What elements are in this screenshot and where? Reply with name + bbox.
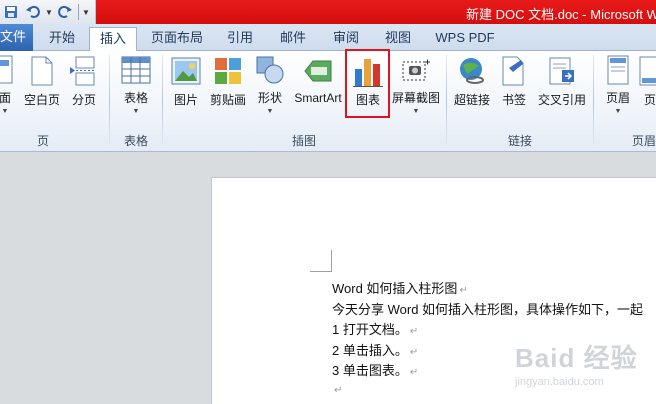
cross-reference-button[interactable]: 交叉引用 [536,55,588,115]
group-separator [109,55,110,147]
header-button[interactable]: 页眉 ▼ [600,55,636,115]
group-label-illustrations: 插图 [291,134,316,148]
title-bar: ▼ ▼ 新建 DOC 文档.doc - Microsoft W [0,0,656,24]
cover-page-icon [0,55,21,85]
table-button[interactable]: 表格 ▼ [116,55,156,115]
screenshot-button[interactable]: 屏幕截图 ▼ [390,55,442,115]
doc-line[interactable]: 3 单击图表。 ↵ [332,360,418,379]
doc-line[interactable]: 2 单击插入。 ↵ [332,340,418,359]
bookmark-label: 书签 [501,93,526,107]
group-separator [446,55,447,147]
cover-page-button[interactable]: 面 ▼ [0,55,18,115]
tab-references[interactable]: 引用 [220,27,260,51]
shapes-icon [254,55,286,85]
group-label-links: 链接 [507,134,532,148]
clip-art-icon [212,55,244,87]
paragraph-mark: ↵ [334,385,343,396]
picture-label: 图片 [173,93,198,107]
save-icon[interactable] [0,2,22,22]
watermark-url: jingyan.baidu.com [515,376,604,388]
footer-label: 页 [643,93,656,107]
clip-art-button[interactable]: 剪贴画 [208,55,248,115]
chevron-down-icon: ▼ [1,108,9,115]
paragraph-mark: ↵ [409,367,419,378]
shapes-button[interactable]: 形状 ▼ [254,55,286,115]
picture-icon [170,55,202,87]
doc-line[interactable]: 1 打开文档。 ↵ [332,319,418,338]
tab-wps-pdf[interactable]: WPS PDF [430,27,500,51]
doc-line[interactable]: Word 如何插入柱形图 ↵ [332,278,468,297]
ribbon-tabs: 文件 开始 插入 页面布局 引用 邮件 审阅 视图 WPS PDF [0,24,656,52]
tab-insert[interactable]: 插入 [89,27,137,52]
group-label-pages: 页 [36,134,49,148]
group-label-tables: 表格 [123,134,148,148]
screenshot-icon [400,55,432,85]
paragraph-mark: ↵ [409,326,419,337]
tab-file[interactable]: 文件 [0,24,33,51]
hyperlink-button[interactable]: 超链接 [452,55,492,115]
ribbon-panel: 面 ▼ 空白页 分页 页 表格 ▼ 表格 图片 剪贴画 形状 ▼ SmartAr… [0,51,656,152]
undo-icon[interactable] [22,2,44,22]
undo-dropdown-icon[interactable]: ▼ [44,2,54,22]
paragraph-mark: ↵ [409,347,419,358]
smartart-label: SmartArt [294,91,342,105]
qat-dropdown-icon[interactable]: ▼ [81,2,91,22]
header-icon [602,55,634,85]
cross-reference-icon [546,55,578,87]
quick-access-toolbar: ▼ ▼ [0,0,96,24]
group-separator [162,55,163,147]
page-break-label: 分页 [71,93,96,107]
redo-icon[interactable] [54,2,76,22]
tab-mailings[interactable]: 邮件 [273,27,313,51]
paragraph-mark: ↵ [459,285,468,296]
page-break-button[interactable]: 分页 [66,55,102,115]
smartart-icon [302,55,334,87]
smartart-button[interactable]: SmartArt [292,55,344,115]
header-label: 页眉 [605,91,630,105]
group-separator [593,55,594,147]
chevron-down-icon: ▼ [412,108,420,115]
footer-icon [634,55,656,87]
chevron-down-icon: ▼ [614,108,622,115]
cross-reference-label: 交叉引用 [537,93,586,107]
footer-button[interactable]: 页 [639,55,656,115]
watermark-text: Baid 经验 [515,343,638,373]
tab-review[interactable]: 审阅 [326,27,366,51]
hyperlink-label: 超链接 [453,93,490,107]
clip-art-label: 剪贴画 [209,93,246,107]
table-label: 表格 [123,91,148,105]
baidu-watermark: Baid 经验 jingyan.baidu.com [495,338,655,398]
doc-line[interactable]: ↵ [332,381,342,396]
hyperlink-icon [456,55,488,87]
page-break-icon [68,55,100,87]
picture-button[interactable]: 图片 [168,55,204,115]
screenshot-label: 屏幕截图 [391,91,440,105]
chevron-down-icon: ▼ [132,108,140,115]
chart-button-highlight [345,49,390,118]
bookmark-icon [498,55,530,87]
table-icon [120,55,152,85]
window-title: 新建 DOC 文档.doc - Microsoft W [466,7,656,22]
bookmark-button[interactable]: 书签 [498,55,530,115]
blank-page-button[interactable]: 空白页 [22,55,62,115]
blank-page-label: 空白页 [23,93,60,107]
tab-page-layout[interactable]: 页面布局 [146,27,208,51]
chevron-down-icon: ▼ [266,108,274,115]
blank-page-icon [26,55,58,87]
doc-line[interactable]: 今天分享 Word 如何插入柱形图，具体操作如下，一起 [332,299,643,318]
cover-page-label: 面 [0,91,11,105]
tab-home[interactable]: 开始 [40,27,84,51]
tab-view[interactable]: 视图 [378,27,418,51]
shapes-label: 形状 [257,91,282,105]
margin-corner-mark [310,250,332,272]
group-label-header-footer: 页眉 [631,134,656,148]
qat-separator [78,4,79,20]
